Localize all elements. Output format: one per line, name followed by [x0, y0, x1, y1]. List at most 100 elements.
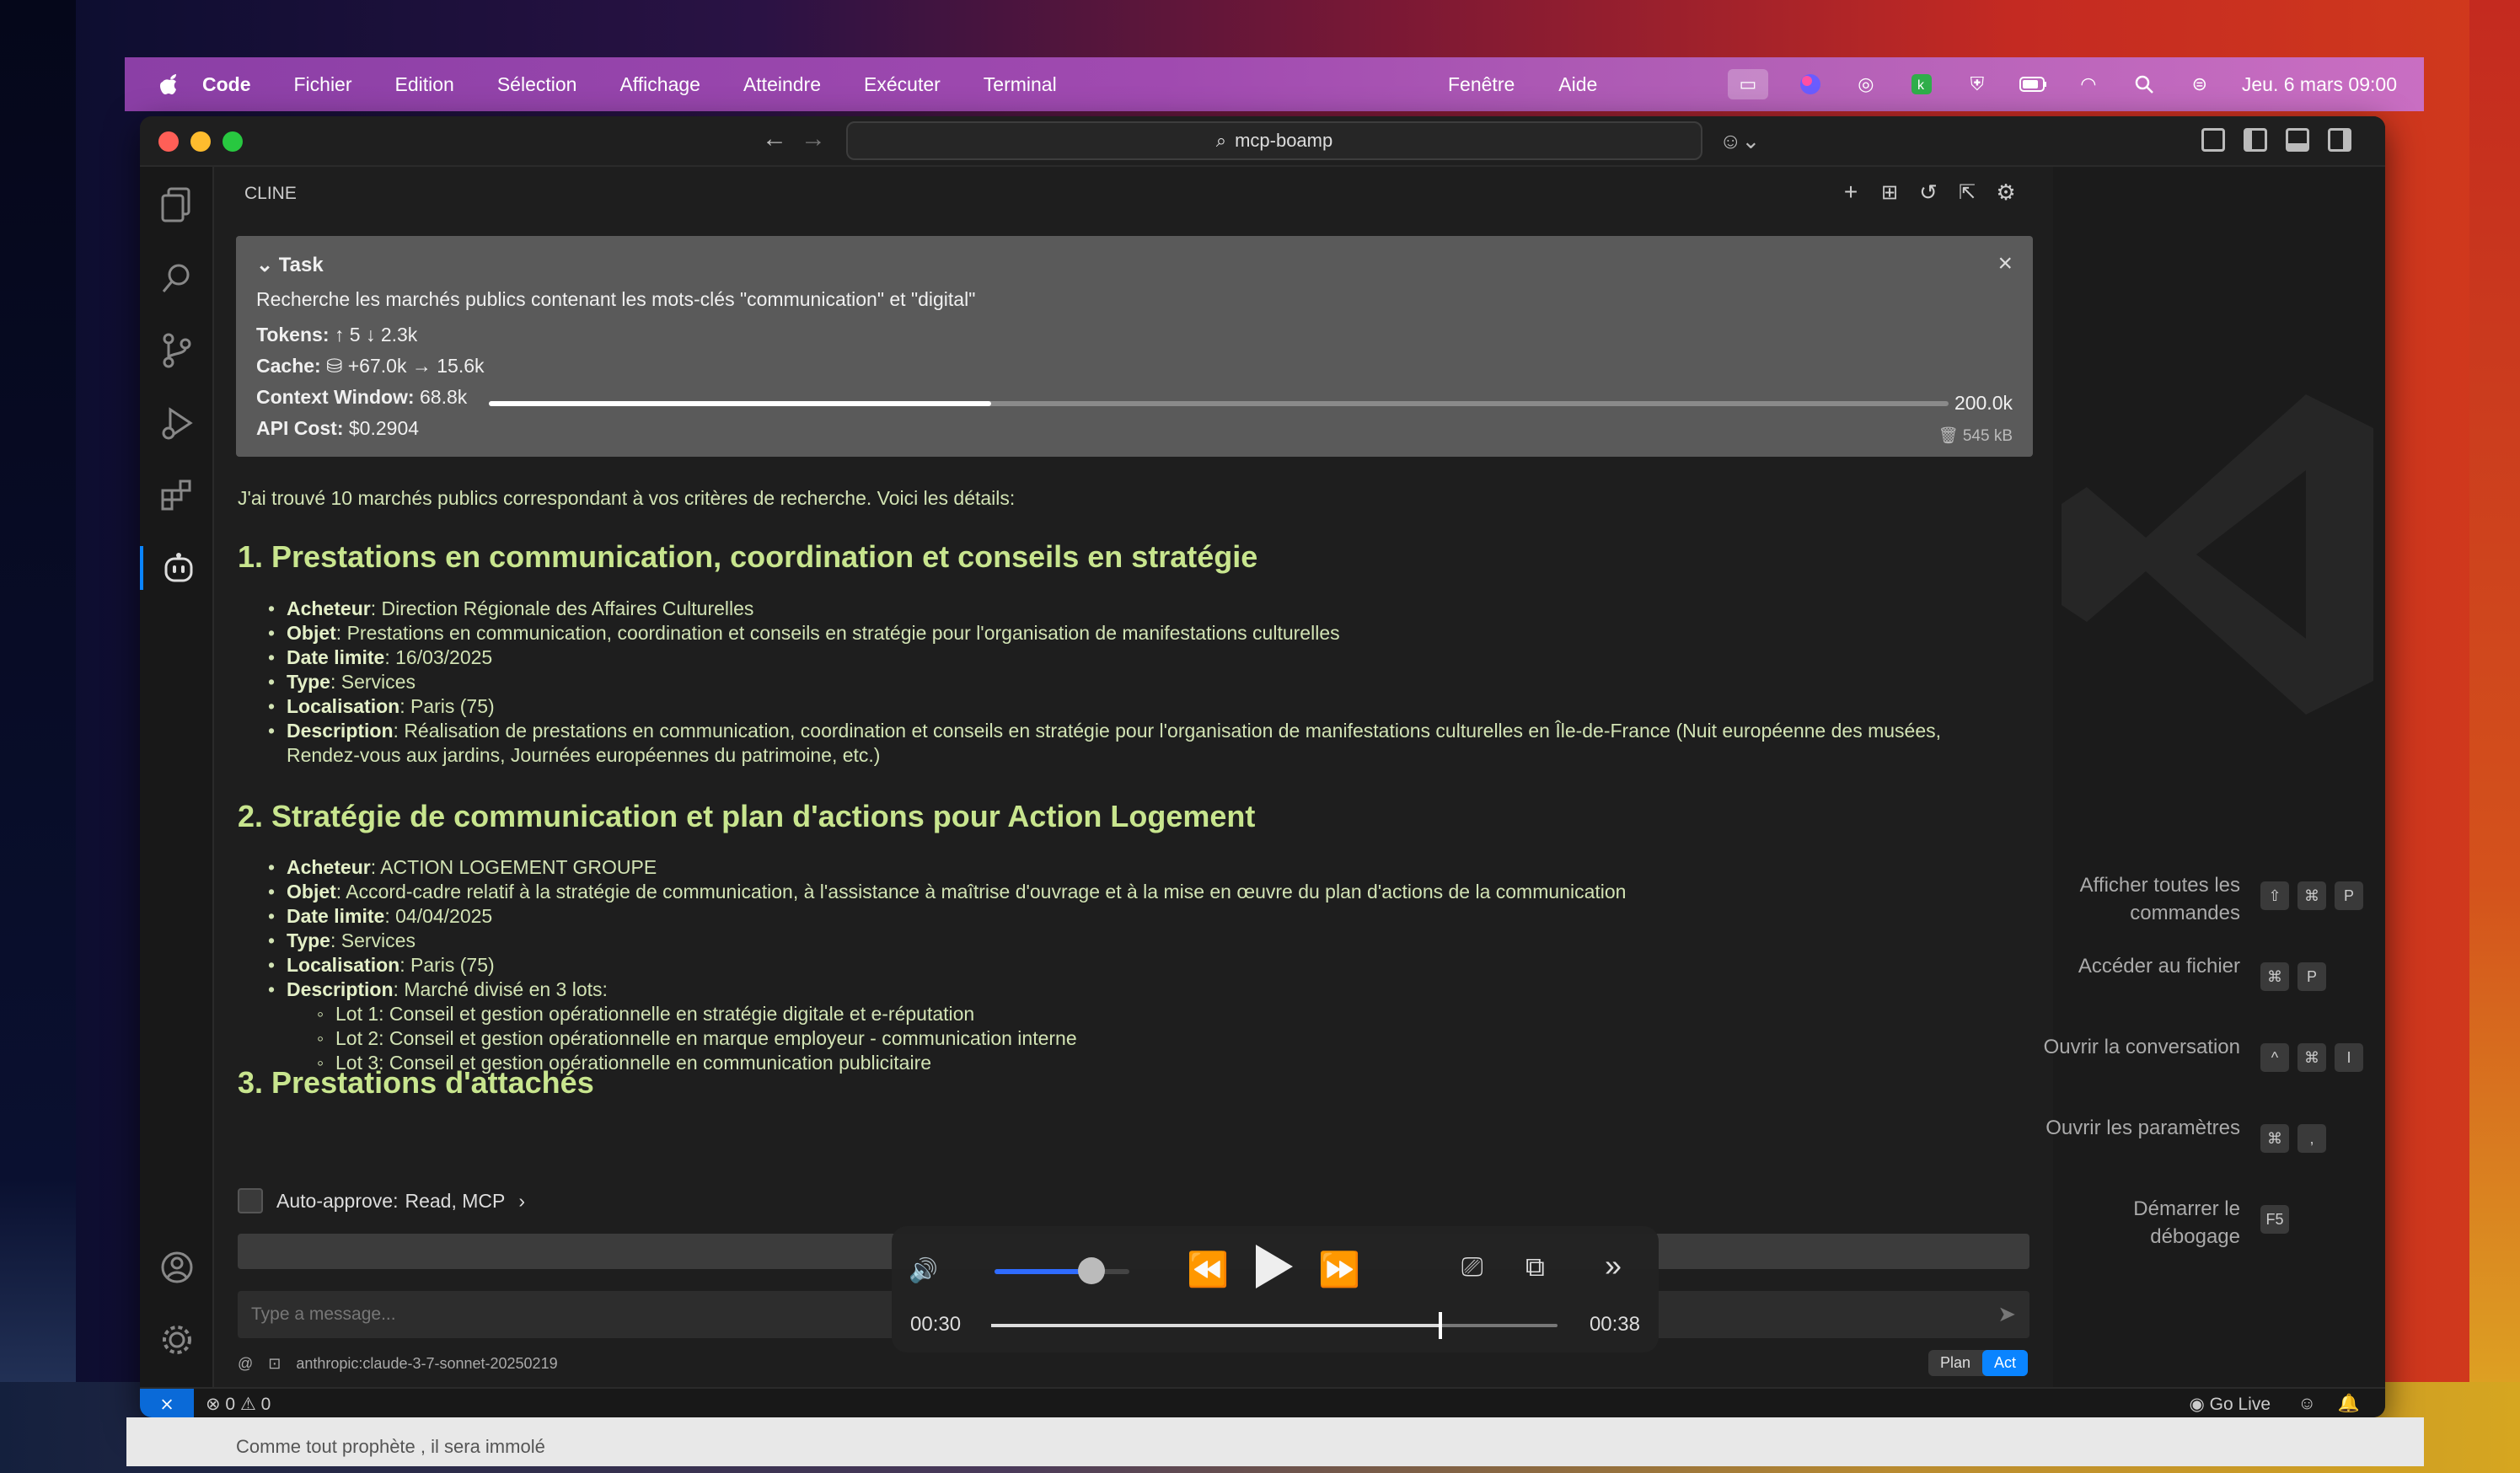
- activity-bar: [140, 167, 214, 1387]
- tokens-row: Tokens: ↑ 5 ↓ 2.3k: [256, 324, 418, 345]
- cline-icon[interactable]: [140, 546, 214, 590]
- popout-icon[interactable]: ⇱: [1954, 179, 1981, 206]
- menu-selection[interactable]: Sélection: [497, 73, 577, 96]
- command-center-search[interactable]: ⌕ mcp-boamp: [846, 121, 1702, 160]
- list-item: Lot 2: Conseil et gestion opérationnelle…: [317, 1026, 1626, 1051]
- volume-slider[interactable]: [995, 1257, 1129, 1284]
- k-app-icon[interactable]: k: [1908, 73, 1935, 95]
- cline-panel: CLINE + ⊞ ↺ ⇱ ⚙ ⌄ Task × Recherche les m…: [216, 167, 2053, 1387]
- model-selector[interactable]: anthropic:claude-3-7-sonnet-20250219: [296, 1355, 557, 1373]
- close-task-icon[interactable]: ×: [1997, 249, 2013, 278]
- explorer-icon[interactable]: [155, 184, 199, 228]
- list: Acheteur: Direction Régionale des Affair…: [268, 597, 2014, 768]
- notifications-bell-icon[interactable]: 🔔: [2338, 1394, 2360, 1414]
- picture-in-picture-icon[interactable]: ⧉: [1525, 1251, 1545, 1283]
- menu-app-code[interactable]: Code: [202, 73, 251, 96]
- background-window-text: Comme tout prophète , il sera immolé: [236, 1436, 545, 1457]
- vscode-window: ← → ⌕ mcp-boamp ☺⌄ CLINE + ⊞ ↺ ⇱ ⚙ ⌄ Tas…: [140, 116, 2385, 1417]
- list-item: Type: Services: [268, 929, 1626, 953]
- menu-aide[interactable]: Aide: [1558, 73, 1597, 96]
- media-controls-overlay: 🔊 ⏪ ⏩ ⎚ ⧉ » 00:30 00:38: [892, 1226, 1659, 1352]
- auto-approve-checkbox[interactable]: [238, 1188, 263, 1213]
- message-placeholder: Type a message...: [251, 1304, 396, 1324]
- battery-icon[interactable]: [2019, 73, 2046, 95]
- list-item: Description: Marché divisé en 3 lots: Lo…: [268, 978, 1626, 1075]
- list-item: Acheteur: ACTION LOGEMENT GROUPE: [268, 855, 1626, 880]
- menu-fichier[interactable]: Fichier: [294, 73, 352, 96]
- playback-scrubber[interactable]: [991, 1312, 1558, 1339]
- extensions-icon[interactable]: [155, 474, 199, 517]
- task-header[interactable]: ⌄ Task: [256, 253, 324, 277]
- chevron-down-icon: ⌄: [256, 254, 279, 276]
- title-bar: ← → ⌕ mcp-boamp ☺⌄: [140, 116, 2385, 167]
- svg-text:k: k: [1917, 78, 1925, 93]
- list: Acheteur: ACTION LOGEMENT GROUPE Objet: …: [268, 855, 1626, 1075]
- go-live-button[interactable]: ◉ Go Live: [2189, 1394, 2271, 1415]
- intro-text: J'ai trouvé 10 marchés publics correspon…: [238, 487, 1016, 509]
- color-orb-icon[interactable]: [1797, 73, 1824, 95]
- volume-icon[interactable]: 🔊: [909, 1256, 938, 1284]
- accounts-icon[interactable]: [155, 1245, 199, 1289]
- act-mode-button[interactable]: Act: [1981, 1350, 2028, 1376]
- source-control-icon[interactable]: [155, 329, 199, 372]
- customize-layout-icon[interactable]: [2201, 128, 2225, 152]
- control-center-icon[interactable]: ⊜: [2186, 73, 2213, 95]
- new-task-icon[interactable]: +: [1837, 179, 1864, 206]
- search-icon: ⌕: [1215, 130, 1227, 151]
- menu-atteindre[interactable]: Atteindre: [743, 73, 821, 96]
- close-window-button[interactable]: [158, 131, 179, 152]
- minimize-window-button[interactable]: [190, 131, 211, 152]
- menu-terminal[interactable]: Terminal: [984, 73, 1057, 96]
- api-cost-row: API Cost: $0.2904: [256, 417, 420, 439]
- copilot-icon[interactable]: ☺⌄: [1719, 128, 1760, 154]
- back-arrow-icon[interactable]: ←: [762, 125, 787, 153]
- toggle-primary-sidebar-icon[interactable]: [2244, 128, 2267, 152]
- section-title: 3. Prestations d'attachés: [238, 1065, 594, 1100]
- airplay-icon[interactable]: ⎚: [1461, 1251, 1483, 1283]
- history-icon[interactable]: ↺: [1915, 179, 1942, 206]
- camera-icon[interactable]: ⊡: [268, 1355, 281, 1373]
- auto-approve-label: Auto-approve:: [276, 1189, 399, 1212]
- menu-edition[interactable]: Edition: [395, 73, 454, 96]
- settings-gear-icon[interactable]: [155, 1318, 199, 1362]
- toggle-secondary-sidebar-icon[interactable]: [2328, 128, 2351, 152]
- search-icon[interactable]: [155, 256, 199, 300]
- elapsed-time: 00:30: [910, 1313, 962, 1336]
- run-debug-icon[interactable]: [155, 401, 199, 445]
- trash-icon[interactable]: 🗑: [1938, 427, 1962, 445]
- copilot-status-icon[interactable]: ☺: [2298, 1394, 2316, 1414]
- spotlight-search-icon[interactable]: [2131, 73, 2158, 95]
- wifi-icon[interactable]: ◠: [2075, 73, 2102, 95]
- panel-settings-icon[interactable]: ⚙: [1992, 179, 2019, 206]
- fast-forward-icon[interactable]: ⏩: [1318, 1250, 1360, 1289]
- background-window-strip: Comme tout prophète , il sera immolé: [126, 1417, 2424, 1466]
- context-window-bar: [489, 401, 1949, 406]
- menu-fenetre[interactable]: Fenêtre: [1448, 73, 1515, 96]
- menubar-clock[interactable]: Jeu. 6 mars 09:00: [2242, 73, 2397, 96]
- auto-approve-row[interactable]: Auto-approve: Read, MCP ›: [238, 1188, 525, 1213]
- problems-counter[interactable]: ⊗ 0 ⚠ 0: [206, 1394, 271, 1415]
- mention-icon[interactable]: @: [238, 1355, 253, 1373]
- zoom-window-button[interactable]: [223, 131, 243, 152]
- toggle-panel-icon[interactable]: [2286, 128, 2309, 152]
- shield-icon[interactable]: ⛨: [1964, 73, 1991, 95]
- rewind-icon[interactable]: ⏪: [1187, 1250, 1229, 1289]
- more-controls-icon[interactable]: »: [1605, 1248, 1622, 1283]
- list-item: Description: Réalisation de prestations …: [268, 719, 2014, 768]
- wave-app-icon[interactable]: ◎: [1852, 73, 1879, 95]
- play-icon[interactable]: [1249, 1241, 1296, 1298]
- context-window-row: Context Window: 68.8k: [256, 386, 468, 408]
- vscode-watermark-icon: [2062, 394, 2373, 715]
- plan-mode-button[interactable]: Plan: [1928, 1350, 1982, 1376]
- broadcast-icon: ◉: [2189, 1395, 2210, 1414]
- apple-icon[interactable]: [158, 72, 182, 97]
- macos-menubar: Code Fichier Edition Sélection Affichage…: [125, 57, 2424, 111]
- plan-act-toggle[interactable]: Plan Act: [1928, 1350, 2028, 1376]
- menu-affichage[interactable]: Affichage: [619, 73, 700, 96]
- screen-share-icon[interactable]: ▭: [1727, 69, 1768, 99]
- remote-icon[interactable]: ⨯: [140, 1389, 194, 1417]
- send-icon[interactable]: ➤: [1997, 1301, 2016, 1327]
- mcp-servers-icon[interactable]: ⊞: [1876, 179, 1903, 206]
- menu-executer[interactable]: Exécuter: [864, 73, 941, 96]
- forward-arrow-icon[interactable]: →: [801, 125, 826, 153]
